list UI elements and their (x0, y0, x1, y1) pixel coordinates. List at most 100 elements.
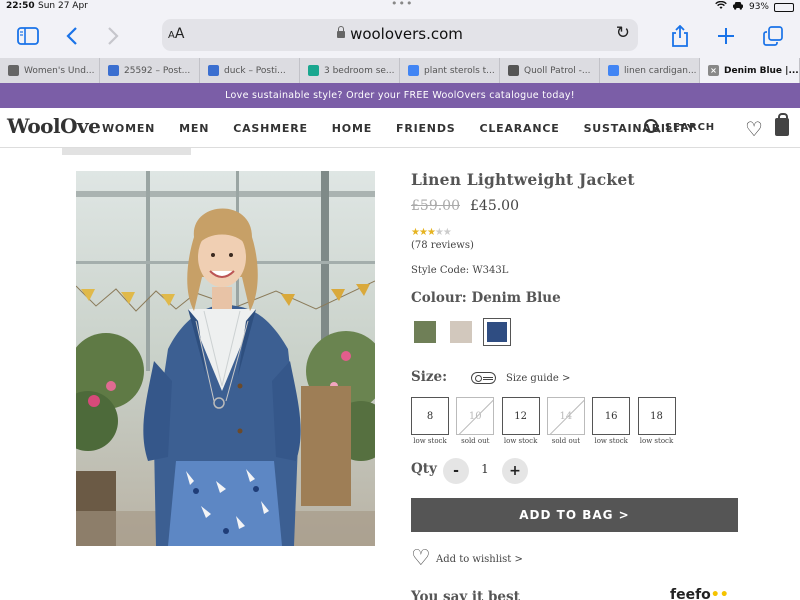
size-option-16[interactable]: 16 (592, 397, 631, 435)
size-stock-label: low stock (594, 437, 628, 445)
star-filled-icon: ★ (411, 227, 420, 238)
breadcrumb-placeholder (62, 148, 191, 155)
browser-tab[interactable]: linen cardigan... (600, 58, 700, 83)
browser-tab-label: duck – Posti... (224, 65, 286, 76)
qty-value[interactable]: 1 (478, 462, 492, 476)
browser-tab[interactable]: × Denim Blue |... (700, 58, 800, 83)
qty-label: Qty (411, 461, 437, 477)
search-label: SEARCH (665, 121, 715, 133)
star-rating[interactable]: ★★★★★ (411, 227, 452, 238)
browser-tab[interactable]: 3 bedroom se... (300, 58, 400, 83)
browser-tab-label: 25592 – Post... (124, 65, 191, 76)
browser-tab-label: Denim Blue |... (724, 65, 799, 76)
wishlist-heart-icon[interactable]: ♡ (745, 117, 763, 141)
reviews-heading: You say it best (411, 589, 520, 600)
size-stock-label: sold out (461, 437, 490, 445)
url-display[interactable]: woolovers.com (162, 25, 638, 43)
size-option-8[interactable]: 8 (411, 397, 449, 435)
multitask-dots-icon[interactable]: ••• (391, 0, 413, 10)
colour-swatch-fill (414, 321, 436, 343)
browser-tab[interactable]: 25592 – Post... (100, 58, 200, 83)
size-option-10[interactable]: 10 (456, 397, 495, 435)
add-to-bag-button[interactable]: ADD TO BAG > (411, 498, 738, 532)
search-icon (644, 119, 660, 135)
size-stock-label: low stock (413, 437, 447, 445)
nav-item-men[interactable]: MEN (177, 122, 212, 135)
p-favicon-icon (108, 65, 119, 76)
browser-tab[interactable]: duck – Posti... (200, 58, 300, 83)
wifi-icon (715, 0, 727, 13)
forward-icon[interactable] (99, 22, 127, 50)
tab-bar: Women's Und... 25592 – Post... duck – Post… (0, 58, 800, 83)
colour-swatch-fill (487, 322, 507, 342)
nav-item-friends[interactable]: FRIENDS (394, 122, 458, 135)
size-guide-link[interactable]: Size guide > (506, 373, 570, 384)
size-option-12[interactable]: 12 (501, 397, 540, 435)
google-favicon-icon (408, 65, 419, 76)
site-nav: WoolOvers WOMEN MEN CASHMERE HOME FRIENDS CLE… (0, 108, 800, 148)
status-bar: 22:50 Sun 27 Apr ••• 93% (0, 0, 800, 14)
colour-swatch-oatmeal[interactable] (447, 318, 475, 346)
browser-tab-label: Women's Und... (24, 65, 95, 76)
reviews-link[interactable]: (78 reviews) (411, 240, 474, 251)
search-button[interactable]: SEARCH (644, 119, 715, 135)
nav-item-home[interactable]: HOME (329, 122, 375, 135)
product-image[interactable] (76, 171, 375, 546)
new-tab-icon[interactable] (712, 22, 740, 50)
car-icon (732, 1, 744, 13)
colour-swatch-denim-blue[interactable] (483, 318, 511, 346)
star-filled-icon: ★ (418, 227, 428, 238)
status-date: Sun 27 Apr (38, 1, 88, 11)
colour-label: Colour: Denim Blue (411, 290, 561, 306)
size-option-18[interactable]: 18 (637, 397, 676, 435)
browser-tab-label: Quoll Patrol -... (524, 65, 591, 76)
back-icon[interactable] (58, 22, 86, 50)
battery-percent: 93% (748, 2, 769, 12)
price-sale: £45.00 (470, 198, 519, 214)
shopping-bag-icon[interactable] (775, 113, 789, 136)
colour-swatch-fill (450, 321, 472, 343)
nav-menu: WOMEN MEN CASHMERE HOME FRIENDS CLEARANCE SUST… (100, 122, 698, 135)
price-original: £59.00 (411, 198, 460, 214)
browser-toolbar: AA woolovers.com ↻ (0, 14, 800, 58)
sidebar-icon[interactable] (14, 22, 42, 50)
add-to-wishlist-link[interactable]: Add to wishlist > (436, 554, 523, 565)
browser-tab[interactable]: Women's Und... (0, 58, 100, 83)
share-icon[interactable] (666, 22, 694, 50)
p-favicon-icon (8, 65, 19, 76)
quoll-favicon-icon (508, 65, 519, 76)
size-label: Size: (411, 369, 448, 385)
address-bar[interactable]: AA woolovers.com ↻ (162, 19, 638, 51)
lock-icon (337, 26, 346, 38)
size-stock-label: sold out (551, 437, 581, 445)
browser-tab[interactable]: plant sterols t... (400, 58, 500, 83)
browser-tab[interactable]: Quoll Patrol -... (500, 58, 600, 83)
tape-measure-icon[interactable] (471, 372, 496, 384)
battery-icon (774, 2, 794, 12)
colour-swatch-khaki[interactable] (411, 318, 439, 346)
size-option-14[interactable]: 14 (546, 397, 585, 435)
promo-banner[interactable]: Love sustainable style? Order your FREE … (0, 83, 800, 108)
wishlist-heart-icon[interactable]: ♡ (411, 548, 431, 570)
qty-decrease-button[interactable]: - (443, 458, 469, 484)
url-text: woolovers.com (350, 25, 463, 43)
google-favicon-icon (608, 65, 619, 76)
browser-tab-label: linen cardigan... (624, 65, 697, 76)
size-stock-label: low stock (639, 437, 674, 445)
style-code: Style Code: W343L (411, 265, 509, 276)
nav-item-cashmere[interactable]: CASHMERE (231, 122, 310, 135)
size-stock-label: low stock (503, 437, 538, 445)
house-favicon-icon (308, 65, 319, 76)
browser-tab-label: plant sterols t... (424, 65, 495, 76)
close-favicon-icon: × (708, 65, 719, 76)
status-time: 22:50 (6, 1, 35, 11)
star-empty-icon: ★ (442, 227, 452, 238)
nav-item-clearance[interactable]: CLEARANCE (477, 122, 562, 135)
reload-icon[interactable]: ↻ (616, 23, 630, 43)
feefo-logo[interactable]: feefo•• (670, 587, 729, 600)
tab-overview-icon[interactable] (759, 22, 787, 50)
star-empty-icon: ★ (434, 227, 444, 238)
p-favicon-icon (208, 65, 219, 76)
qty-increase-button[interactable]: + (502, 458, 528, 484)
nav-item-women[interactable]: WOMEN (100, 122, 158, 135)
